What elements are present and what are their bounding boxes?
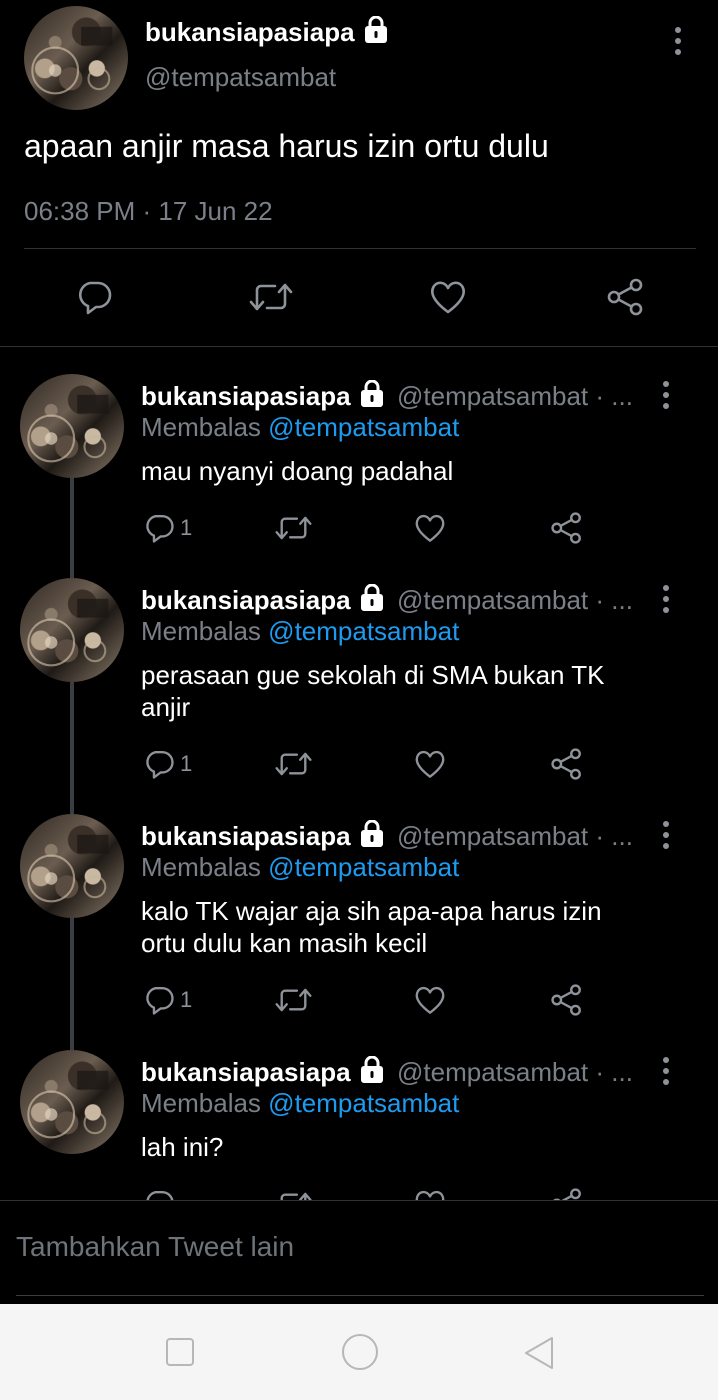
reply-icon[interactable] [75,278,113,321]
clipped-action-bar [0,1186,718,1200]
more-options-icon[interactable] [662,821,670,854]
avatar[interactable] [20,1050,124,1154]
avatar[interactable] [20,814,124,918]
share-icon[interactable] [550,511,584,550]
lock-icon [361,15,391,49]
share-icon[interactable] [550,983,584,1022]
avatar[interactable] [20,374,124,478]
tweet-timestamp[interactable]: 06:38 PM · 17 Jun 22 [24,196,273,227]
tweet-text: apaan anjir masa harus izin ortu dulu [24,128,549,164]
composer-bar: Tambahkan Tweet lain [0,1200,718,1305]
tweet-text: mau nyanyi doang padahal [141,455,453,487]
tweet-text: perasaan gue sekolah di SMA bukan TK anj… [141,659,605,723]
more-options-icon[interactable] [674,27,682,60]
replying-prefix: Membalas [141,616,261,646]
like-icon[interactable] [413,748,447,785]
tweet-text-line: ortu dulu kan masih kecil [141,928,428,958]
mention-link[interactable]: @tempatsambat [268,852,459,882]
handle[interactable]: @tempatsambat · ... [397,821,633,851]
replying-to-line: Membalas @tempatsambat [141,412,459,443]
tweet-text: lah ini? [141,1131,223,1163]
system-nav-bar [0,1304,718,1400]
like-icon[interactable] [413,984,447,1021]
retweet-icon[interactable] [274,1188,313,1200]
reply-count: 1 [180,987,193,1012]
avatar[interactable] [20,578,124,682]
handle[interactable]: @tempatsambat [145,62,336,93]
reply-icon[interactable] [143,512,175,549]
share-icon[interactable] [606,277,646,322]
lock-icon [357,379,387,413]
display-name[interactable]: bukansiapasiapa [145,17,355,47]
avatar[interactable] [24,6,128,110]
share-icon[interactable] [550,747,584,786]
like-icon[interactable] [413,512,447,549]
retweet-icon[interactable] [274,512,313,549]
thread-line [70,478,74,578]
replying-to-line: Membalas @tempatsambat [141,616,459,647]
retweet-icon[interactable] [274,984,313,1021]
lock-icon [357,819,387,853]
tweet-text: kalo TK wajar aja sih apa-apa harus izin… [141,895,602,959]
replying-to-line: Membalas @tempatsambat [141,1088,459,1119]
tweet-text-line: mau nyanyi doang padahal [141,456,454,486]
handle[interactable]: @tempatsambat · ... [397,381,633,411]
handle[interactable]: @tempatsambat · ... [397,585,633,615]
display-name[interactable]: bukansiapasiapa [141,381,351,411]
reply-count: 1 [180,515,193,540]
share-icon[interactable] [550,1187,584,1200]
retweet-icon[interactable] [248,278,294,321]
tweet-text-line: anjir [141,692,191,722]
reply-count: 1 [180,751,193,776]
thread-line [70,918,74,1050]
replying-prefix: Membalas [141,1088,261,1118]
replying-prefix: Membalas [141,852,261,882]
lock-icon [357,583,387,617]
mention-link[interactable]: @tempatsambat [268,412,459,442]
display-name[interactable]: bukansiapasiapa [141,1057,351,1087]
like-icon[interactable] [413,1188,447,1200]
replying-prefix: Membalas [141,412,261,442]
composer-underline [16,1295,704,1296]
replying-to-line: Membalas @tempatsambat [141,852,459,883]
home-circle-icon[interactable] [341,1333,379,1376]
mention-link[interactable]: @tempatsambat [268,1088,459,1118]
tweet-text-line: lah ini? [141,1132,224,1162]
more-options-icon[interactable] [662,1057,670,1090]
more-options-icon[interactable] [662,585,670,618]
reply-icon[interactable] [143,984,175,1021]
tweet-text-line: kalo TK wajar aja sih apa-apa harus izin [141,896,602,926]
like-icon[interactable] [428,278,468,321]
tweet-text-line: perasaan gue sekolah di SMA bukan TK [141,660,605,690]
retweet-icon[interactable] [274,748,313,785]
section-divider [0,346,718,347]
recents-square-icon[interactable] [165,1337,195,1372]
handle[interactable]: @tempatsambat · ... [397,1057,633,1087]
divider [24,248,696,249]
mention-link[interactable]: @tempatsambat [268,616,459,646]
more-options-icon[interactable] [662,381,670,414]
display-name[interactable]: bukansiapasiapa [141,821,351,851]
reply-icon[interactable] [143,748,175,785]
back-triangle-icon[interactable] [522,1335,556,1376]
reply-icon[interactable] [143,1188,175,1200]
lock-icon [357,1055,387,1089]
add-tweet-input[interactable]: Tambahkan Tweet lain [16,1231,294,1263]
display-name[interactable]: bukansiapasiapa [141,585,351,615]
thread-line [70,682,74,814]
